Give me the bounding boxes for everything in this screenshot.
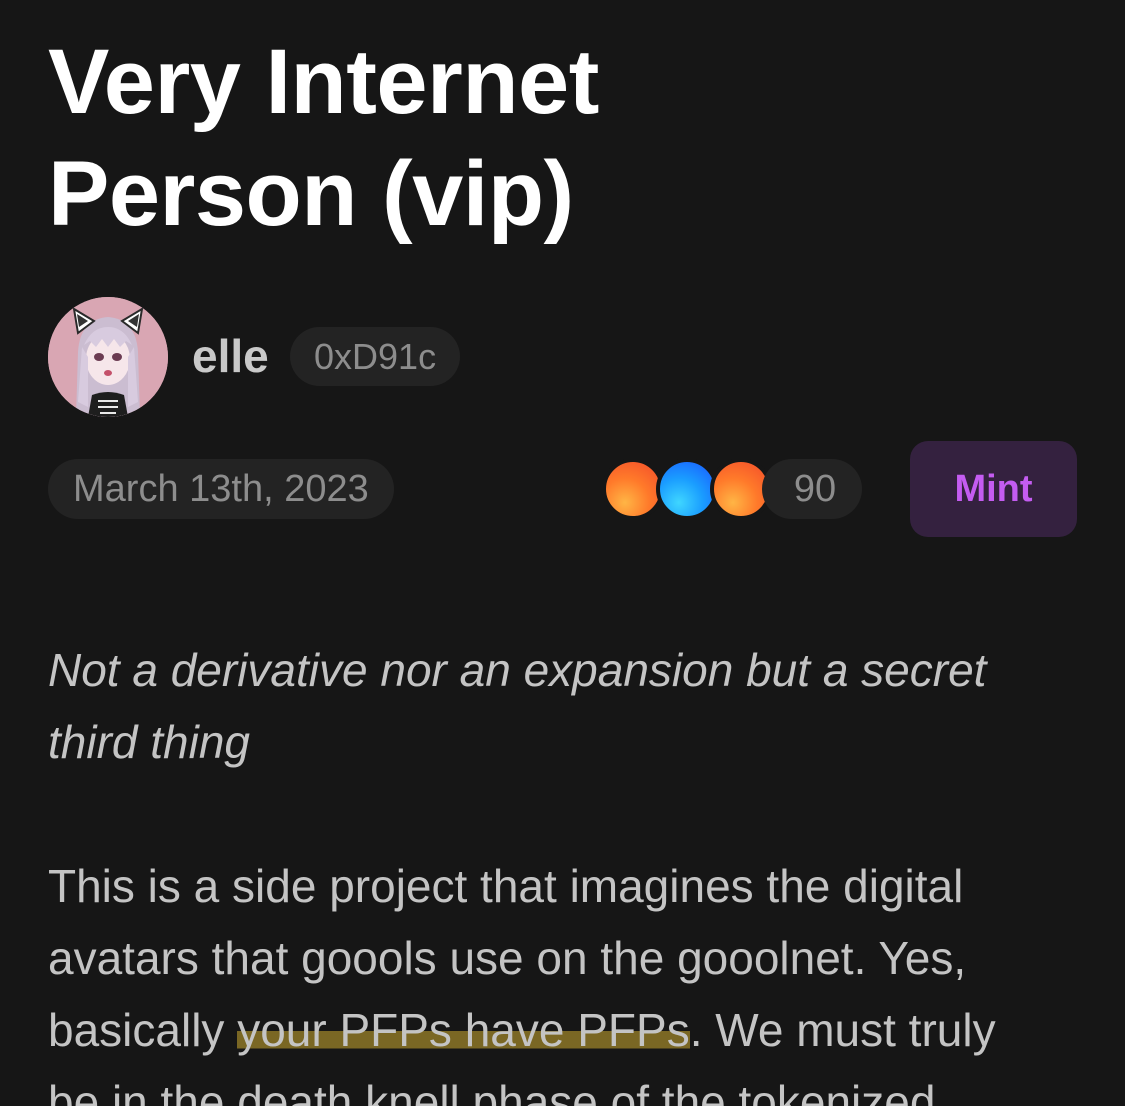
article-subtitle: Not a derivative nor an expansion but a … bbox=[48, 644, 987, 768]
article-body: This is a side project that imagines the… bbox=[48, 850, 1098, 1106]
article-title-line-1: Very Internet bbox=[48, 31, 599, 133]
article-title-line-2: Person (vip) bbox=[48, 143, 574, 245]
body-text-fragment: . We must truly bbox=[689, 1004, 996, 1056]
anime-avatar-image bbox=[48, 297, 168, 417]
author-name[interactable]: elle bbox=[192, 328, 269, 384]
body-line: be in the death knell phase of the token… bbox=[48, 1076, 936, 1106]
collector-avatar bbox=[602, 458, 664, 520]
body-line: This is a side project that imagines the… bbox=[48, 860, 964, 912]
collectors-group[interactable]: 90 bbox=[602, 458, 862, 520]
mint-button[interactable]: Mint bbox=[910, 441, 1077, 537]
body-line: basically your PFPs have PFPs. We must t… bbox=[48, 994, 1098, 1066]
author-address-badge[interactable]: 0xD91c bbox=[290, 327, 461, 386]
body-text-fragment: basically bbox=[48, 1004, 238, 1056]
highlighted-text[interactable]: your PFPs have PFPs bbox=[237, 1004, 690, 1056]
publish-date-badge: March 13th, 2023 bbox=[48, 459, 394, 519]
body-line: avatars that goools use on the gooolnet.… bbox=[48, 932, 967, 984]
collector-avatar bbox=[656, 458, 718, 520]
author-avatar[interactable] bbox=[48, 297, 168, 417]
article-title: Very Internet Person (vip) bbox=[48, 26, 1048, 250]
collector-count-badge: 90 bbox=[762, 459, 862, 519]
